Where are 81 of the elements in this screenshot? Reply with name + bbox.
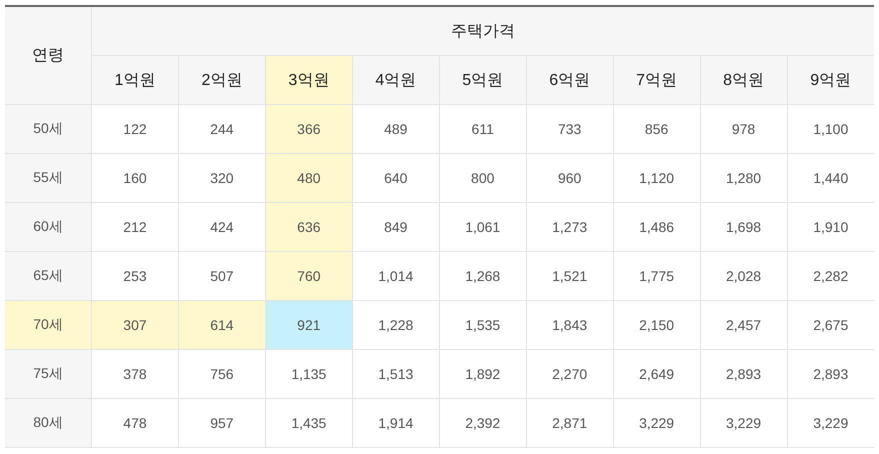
- table-cell: 2,270: [526, 350, 614, 398]
- table-cell: 636: [265, 202, 352, 252]
- table-cell: 978: [700, 104, 787, 154]
- table-cell: 2,457: [700, 300, 787, 350]
- column-header: 8억원: [700, 56, 787, 104]
- table-cell: 1,228: [352, 300, 440, 350]
- column-header: 3억원: [265, 56, 352, 104]
- row-header: 80세: [5, 398, 92, 448]
- table-cell: 611: [439, 104, 526, 154]
- table-cell: 2,893: [700, 350, 787, 398]
- table-cell: 122: [92, 104, 178, 154]
- table-cell: 1,535: [439, 300, 526, 350]
- table-cell: 2,028: [700, 252, 787, 300]
- table-cell: 320: [178, 154, 266, 202]
- column-header: 2억원: [178, 56, 266, 104]
- table-cell: 1,698: [700, 202, 787, 252]
- column-header: 연령: [5, 6, 92, 104]
- table-cell: 3,229: [700, 398, 787, 448]
- table-cell: 2,150: [613, 300, 700, 350]
- table-cell: 1,014: [352, 252, 440, 300]
- table-cell: 253: [92, 252, 178, 300]
- row-header: 70세: [5, 300, 92, 350]
- table-cell: 1,892: [439, 350, 526, 398]
- table-cell: 378: [92, 350, 178, 398]
- table-cell: 2,649: [613, 350, 700, 398]
- table-cell: 849: [352, 202, 440, 252]
- table-cell: 212: [92, 202, 178, 252]
- table-cell: 424: [178, 202, 266, 252]
- table-cell: 2,392: [439, 398, 526, 448]
- table-cell: 507: [178, 252, 266, 300]
- table-cell: 478: [92, 398, 178, 448]
- table-cell: 1,100: [787, 104, 874, 154]
- table-cell: 2,282: [787, 252, 874, 300]
- table-cell: 3,229: [613, 398, 700, 448]
- row-header: 50세: [5, 104, 92, 154]
- table-cell: 921: [265, 300, 352, 350]
- column-header: 7억원: [613, 56, 700, 104]
- table-cell: 489: [352, 104, 440, 154]
- table-cell: 960: [526, 154, 614, 202]
- table-cell: 1,273: [526, 202, 614, 252]
- table-cell: 160: [92, 154, 178, 202]
- column-header: 주택가격: [92, 6, 874, 56]
- table-cell: 366: [265, 104, 352, 154]
- table-cell: 614: [178, 300, 266, 350]
- row-header: 55세: [5, 154, 92, 202]
- table-cell: 760: [265, 252, 352, 300]
- table-cell: 1,521: [526, 252, 614, 300]
- table-cell: 1,280: [700, 154, 787, 202]
- table-cell: 856: [613, 104, 700, 154]
- table-cell: 244: [178, 104, 266, 154]
- table-cell: 1,440: [787, 154, 874, 202]
- table-cell: 957: [178, 398, 266, 448]
- column-header: 5억원: [439, 56, 526, 104]
- table-cell: 1,061: [439, 202, 526, 252]
- table-cell: 640: [352, 154, 440, 202]
- row-header: 65세: [5, 252, 92, 300]
- column-header: 6억원: [526, 56, 614, 104]
- table-cell: 1,268: [439, 252, 526, 300]
- table-cell: 2,675: [787, 300, 874, 350]
- table-cell: 1,914: [352, 398, 440, 448]
- table-cell: 307: [92, 300, 178, 350]
- table-cell: 800: [439, 154, 526, 202]
- table-cell: 1,435: [265, 398, 352, 448]
- table-cell: 480: [265, 154, 352, 202]
- column-header: 4억원: [352, 56, 440, 104]
- table-cell: 1,910: [787, 202, 874, 252]
- table-cell: 2,893: [787, 350, 874, 398]
- row-header: 60세: [5, 202, 92, 252]
- row-header: 75세: [5, 350, 92, 398]
- table-cell: 1,486: [613, 202, 700, 252]
- column-header: 1억원: [92, 56, 178, 104]
- column-header: 9억원: [787, 56, 874, 104]
- table-cell: 1,843: [526, 300, 614, 350]
- table-cell: 733: [526, 104, 614, 154]
- table-cell: 2,871: [526, 398, 614, 448]
- table-cell: 1,775: [613, 252, 700, 300]
- table-cell: 3,229: [787, 398, 874, 448]
- table-cell: 756: [178, 350, 266, 398]
- table-cell: 1,135: [265, 350, 352, 398]
- table-cell: 1,513: [352, 350, 440, 398]
- table-cell: 1,120: [613, 154, 700, 202]
